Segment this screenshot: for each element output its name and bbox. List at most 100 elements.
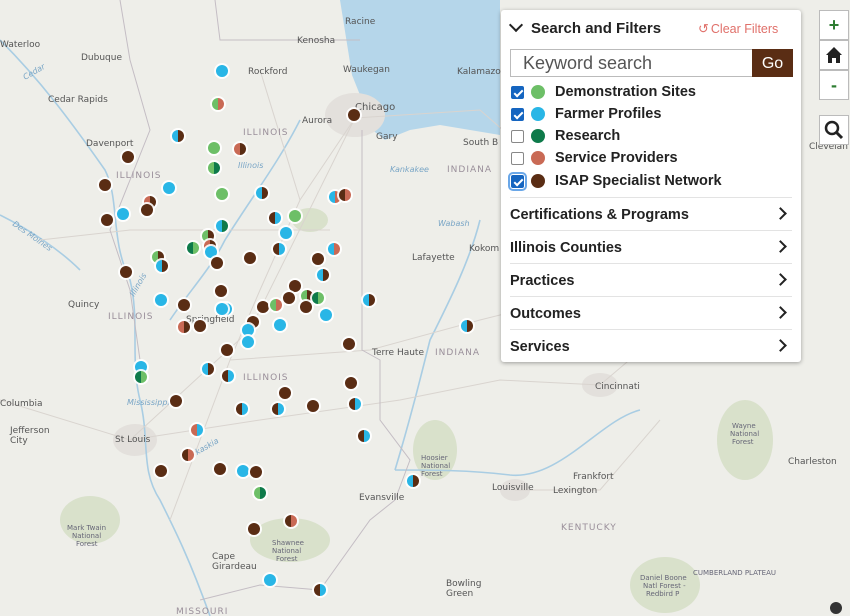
layer-demonstration-sites[interactable]: Demonstration Sites xyxy=(511,83,791,103)
chevron-right-icon xyxy=(774,339,787,352)
map-marker[interactable] xyxy=(214,186,230,202)
section-label: Illinois Counties xyxy=(510,240,622,256)
map-marker[interactable] xyxy=(298,299,314,315)
section-services[interactable]: Services xyxy=(510,329,792,362)
checkbox[interactable] xyxy=(508,172,527,191)
home-button[interactable] xyxy=(819,40,849,70)
map-marker[interactable] xyxy=(118,264,134,280)
chevron-right-icon xyxy=(774,207,787,220)
clear-filters-link[interactable]: ↺ Clear Filters xyxy=(698,21,778,37)
section-illinois-counties[interactable]: Illinois Counties xyxy=(510,230,792,263)
map-marker[interactable] xyxy=(281,290,297,306)
map-marker[interactable] xyxy=(337,187,353,203)
map-marker[interactable] xyxy=(139,202,155,218)
map-marker[interactable] xyxy=(161,180,177,196)
layer-farmer-profiles[interactable]: Farmer Profiles xyxy=(511,105,791,125)
map-marker[interactable] xyxy=(270,401,286,417)
map-marker[interactable] xyxy=(209,255,225,271)
svg-text:Racine: Racine xyxy=(345,17,376,27)
map-marker[interactable] xyxy=(326,241,342,257)
map-marker[interactable] xyxy=(246,521,262,537)
map-marker[interactable] xyxy=(97,177,113,193)
map-marker[interactable] xyxy=(361,292,377,308)
map-marker[interactable] xyxy=(213,283,229,299)
map-marker[interactable] xyxy=(170,128,186,144)
map-marker[interactable] xyxy=(318,307,334,323)
map-marker[interactable] xyxy=(271,241,287,257)
zoom-out-button[interactable]: - xyxy=(819,70,849,100)
map-marker[interactable] xyxy=(185,240,201,256)
map-marker[interactable] xyxy=(154,258,170,274)
map-marker[interactable] xyxy=(176,297,192,313)
go-button[interactable]: Go xyxy=(752,49,793,77)
map-marker[interactable] xyxy=(212,461,228,477)
map-marker[interactable] xyxy=(176,319,192,335)
map-marker[interactable] xyxy=(267,210,283,226)
map-marker[interactable] xyxy=(120,149,136,165)
checkbox[interactable] xyxy=(511,86,524,99)
map-marker[interactable] xyxy=(153,463,169,479)
section-certifications-programs[interactable]: Certifications & Programs xyxy=(510,197,792,230)
map-marker[interactable] xyxy=(200,361,216,377)
map-marker[interactable] xyxy=(180,447,196,463)
map-marker[interactable] xyxy=(192,318,208,334)
map-search-button[interactable] xyxy=(819,115,849,145)
map-marker[interactable] xyxy=(240,334,256,350)
chevron-down-icon[interactable] xyxy=(508,17,524,33)
map-marker[interactable] xyxy=(315,267,331,283)
map-marker[interactable] xyxy=(210,96,226,112)
map-marker[interactable] xyxy=(343,375,359,391)
map-marker[interactable] xyxy=(214,301,230,317)
map-marker[interactable] xyxy=(272,317,288,333)
map-marker[interactable] xyxy=(459,318,475,334)
checkbox[interactable] xyxy=(511,108,524,121)
map-marker[interactable] xyxy=(214,218,230,234)
section-outcomes[interactable]: Outcomes xyxy=(510,296,792,329)
map-marker[interactable] xyxy=(310,251,326,267)
map-marker[interactable] xyxy=(252,485,268,501)
map-marker[interactable] xyxy=(133,369,149,385)
map-marker[interactable] xyxy=(287,208,303,224)
panel-header[interactable]: Search and Filters ↺ Clear Filters xyxy=(501,10,801,46)
map-marker[interactable] xyxy=(115,206,131,222)
map-marker[interactable] xyxy=(214,63,230,79)
svg-text:Frankfort: Frankfort xyxy=(573,472,614,482)
map-marker[interactable] xyxy=(219,342,235,358)
map-marker[interactable] xyxy=(242,250,258,266)
svg-text:ILLINOIS: ILLINOIS xyxy=(243,128,289,138)
map-marker[interactable] xyxy=(99,212,115,228)
map-marker[interactable] xyxy=(168,393,184,409)
map-marker[interactable] xyxy=(189,422,205,438)
layer-isap-specialist-network[interactable]: ISAP Specialist Network xyxy=(508,172,791,192)
map-marker[interactable] xyxy=(278,225,294,241)
map-marker[interactable] xyxy=(305,398,321,414)
layer-service-providers[interactable]: Service Providers xyxy=(511,149,791,169)
map-marker[interactable] xyxy=(206,160,222,176)
map-marker[interactable] xyxy=(356,428,372,444)
map-marker[interactable] xyxy=(347,396,363,412)
map-marker[interactable] xyxy=(234,401,250,417)
map-marker[interactable] xyxy=(153,292,169,308)
keyword-search-input[interactable] xyxy=(510,49,752,77)
map-marker[interactable] xyxy=(405,473,421,489)
checkbox[interactable] xyxy=(511,130,524,143)
zoom-in-button[interactable]: + xyxy=(819,10,849,40)
map-marker[interactable] xyxy=(277,385,293,401)
map-marker[interactable] xyxy=(254,185,270,201)
svg-text:Shawnee: Shawnee xyxy=(272,539,304,547)
map-marker[interactable] xyxy=(283,513,299,529)
map-marker[interactable] xyxy=(312,582,328,598)
search-filter-panel: Search and Filters ↺Clear Filters Go Dem… xyxy=(501,10,801,362)
checkbox[interactable] xyxy=(511,152,524,165)
undo-icon: ↺ xyxy=(698,21,709,36)
layer-color-dot xyxy=(531,85,545,99)
layer-research[interactable]: Research xyxy=(511,127,791,147)
map-marker[interactable] xyxy=(262,572,278,588)
map-marker[interactable] xyxy=(346,107,362,123)
map-marker[interactable] xyxy=(206,140,222,156)
map-marker[interactable] xyxy=(248,464,264,480)
map-marker[interactable] xyxy=(341,336,357,352)
map-marker[interactable] xyxy=(220,368,236,384)
map-marker[interactable] xyxy=(232,141,248,157)
section-practices[interactable]: Practices xyxy=(510,263,792,296)
